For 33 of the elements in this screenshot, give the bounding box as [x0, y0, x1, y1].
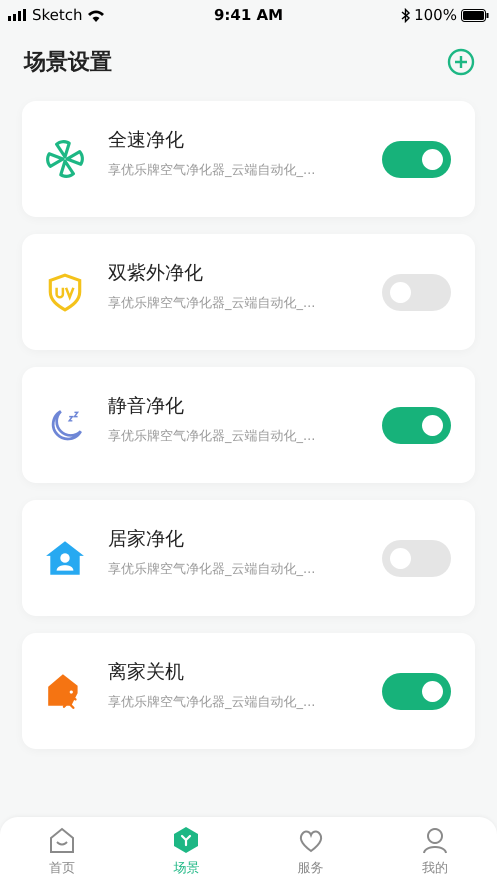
carrier-name: Sketch — [32, 6, 83, 24]
toggle-switch[interactable] — [382, 140, 451, 178]
bluetooth-icon — [401, 8, 410, 22]
scene-title: 静音净化 — [108, 394, 185, 419]
tab-item[interactable]: 服务 — [248, 817, 373, 883]
toggle-switch[interactable] — [382, 672, 451, 710]
status-time: 9:41 AM — [214, 6, 284, 24]
scene-description: 享优乐牌空气净化器_云端自动化_... — [108, 561, 316, 578]
scene-card[interactable]: 离家关机 享优乐牌空气净化器_云端自动化_... — [22, 633, 475, 749]
scene-title: 离家关机 — [108, 660, 185, 685]
toggle-switch[interactable] — [382, 274, 451, 310]
scene-card[interactable]: 居家净化 享优乐牌空气净化器_云端自动化_... — [22, 500, 475, 616]
scene-card[interactable]: 静音净化 享优乐牌空气净化器_云端自动化_... — [22, 367, 475, 483]
battery-percent: 100% — [414, 6, 457, 24]
scene-description: 享优乐牌空气净化器_云端自动化_... — [108, 295, 316, 312]
pinwheel-icon — [44, 138, 86, 180]
page-title: 场景设置 — [24, 49, 112, 77]
tab-item[interactable]: 首页 — [0, 817, 124, 883]
scene-description: 享优乐牌空气净化器_云端自动化_... — [108, 162, 316, 179]
scene-title: 居家净化 — [108, 527, 185, 552]
toggle-switch[interactable] — [382, 406, 451, 444]
battery-icon — [460, 8, 489, 22]
toggle-switch[interactable] — [382, 540, 451, 576]
signal-icon — [8, 9, 28, 21]
add-button[interactable] — [447, 48, 475, 76]
scene-title: 全速净化 — [108, 128, 185, 153]
scene-description: 享优乐牌空气净化器_云端自动化_... — [108, 694, 316, 711]
scene-title: 双紫外净化 — [108, 261, 204, 286]
scene-card[interactable]: 双紫外净化 享优乐牌空气净化器_云端自动化_... — [22, 234, 475, 350]
wifi-icon — [86, 8, 105, 22]
scene-card[interactable]: 全速净化 享优乐牌空气净化器_云端自动化_... — [22, 101, 475, 217]
scene-description: 享优乐牌空气净化器_云端自动化_... — [108, 428, 316, 445]
tab-item[interactable]: 我的 — [372, 817, 497, 883]
